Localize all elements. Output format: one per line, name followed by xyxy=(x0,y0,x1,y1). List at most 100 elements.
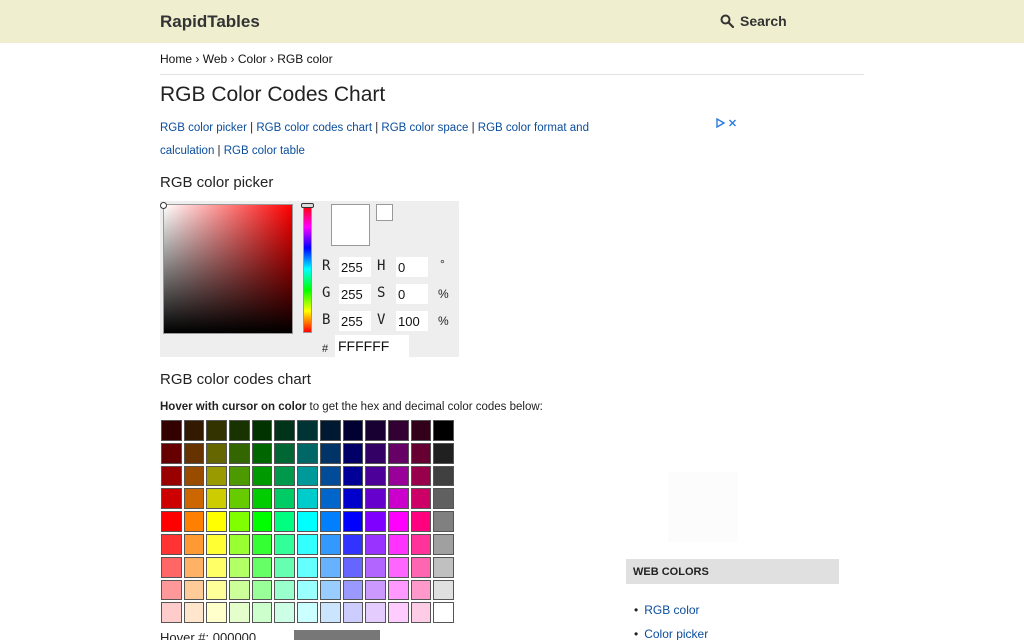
color-cell[interactable] xyxy=(182,532,206,556)
color-cell[interactable] xyxy=(341,441,365,465)
color-cell[interactable] xyxy=(432,510,455,533)
color-cell[interactable] xyxy=(409,532,433,556)
toc-link-color-picker[interactable]: RGB color picker xyxy=(160,122,247,134)
color-cell[interactable] xyxy=(182,419,206,442)
color-cell[interactable] xyxy=(160,578,183,602)
color-cell[interactable] xyxy=(160,464,183,488)
color-cell[interactable] xyxy=(386,510,410,533)
search-button[interactable]: Search xyxy=(720,13,787,29)
color-cell[interactable] xyxy=(432,441,455,465)
saturation-value-handle[interactable] xyxy=(160,202,167,209)
color-cell[interactable] xyxy=(432,487,455,511)
color-cell[interactable] xyxy=(250,464,274,488)
color-cell[interactable] xyxy=(364,555,387,579)
close-icon[interactable] xyxy=(728,118,737,128)
color-cell[interactable] xyxy=(182,441,206,465)
hue-slider[interactable] xyxy=(303,205,312,333)
color-cell[interactable] xyxy=(205,601,229,625)
color-cell[interactable] xyxy=(409,487,433,511)
color-cell[interactable] xyxy=(318,487,342,511)
color-cell[interactable] xyxy=(386,601,410,625)
color-cell[interactable] xyxy=(205,441,229,465)
color-cell[interactable] xyxy=(205,532,229,556)
color-cell[interactable] xyxy=(364,419,387,442)
color-cell[interactable] xyxy=(273,510,297,533)
ad-choices[interactable] xyxy=(716,118,737,128)
color-cell[interactable] xyxy=(228,555,251,579)
color-cell[interactable] xyxy=(364,487,387,511)
color-cell[interactable] xyxy=(182,601,206,625)
color-cell[interactable] xyxy=(341,510,365,533)
color-cell[interactable] xyxy=(205,510,229,533)
color-cell[interactable] xyxy=(409,555,433,579)
color-cell[interactable] xyxy=(296,532,319,556)
color-cell[interactable] xyxy=(318,510,342,533)
color-cell[interactable] xyxy=(364,601,387,625)
color-cell[interactable] xyxy=(296,464,319,488)
color-cell[interactable] xyxy=(228,419,251,442)
previous-color-swatch[interactable] xyxy=(376,204,393,221)
color-cell[interactable] xyxy=(409,578,433,602)
breadcrumb-home[interactable]: Home xyxy=(160,52,192,66)
color-cell[interactable] xyxy=(432,464,455,488)
saturation-input[interactable] xyxy=(396,284,428,304)
color-cell[interactable] xyxy=(386,555,410,579)
color-cell[interactable] xyxy=(364,464,387,488)
color-cell[interactable] xyxy=(250,578,274,602)
color-cell[interactable] xyxy=(182,555,206,579)
color-cell[interactable] xyxy=(250,487,274,511)
color-cell[interactable] xyxy=(386,578,410,602)
color-cell[interactable] xyxy=(432,532,455,556)
color-cell[interactable] xyxy=(432,419,455,442)
color-cell[interactable] xyxy=(273,441,297,465)
hover-color-preview[interactable] xyxy=(294,630,380,640)
color-cell[interactable] xyxy=(432,578,455,602)
sidebar-link-color-picker[interactable]: Color picker xyxy=(644,627,708,640)
color-cell[interactable] xyxy=(409,510,433,533)
green-input[interactable] xyxy=(339,284,371,304)
color-cell[interactable] xyxy=(160,555,183,579)
color-cell[interactable] xyxy=(273,578,297,602)
color-cell[interactable] xyxy=(341,601,365,625)
toc-link-color-codes-chart[interactable]: RGB color codes chart xyxy=(256,122,372,134)
color-cell[interactable] xyxy=(160,601,183,625)
color-cell[interactable] xyxy=(250,555,274,579)
color-cell[interactable] xyxy=(409,419,433,442)
color-cell[interactable] xyxy=(273,532,297,556)
color-cell[interactable] xyxy=(160,441,183,465)
red-input[interactable] xyxy=(339,257,371,277)
color-cell[interactable] xyxy=(182,578,206,602)
color-cell[interactable] xyxy=(228,578,251,602)
color-cell[interactable] xyxy=(205,578,229,602)
color-cell[interactable] xyxy=(341,555,365,579)
ad-play-icon[interactable] xyxy=(716,118,725,128)
color-cell[interactable] xyxy=(296,510,319,533)
color-cell[interactable] xyxy=(318,419,342,442)
color-cell[interactable] xyxy=(386,441,410,465)
color-cell[interactable] xyxy=(364,578,387,602)
color-cell[interactable] xyxy=(409,464,433,488)
color-cell[interactable] xyxy=(432,601,455,625)
color-cell[interactable] xyxy=(318,464,342,488)
color-cell[interactable] xyxy=(273,464,297,488)
color-cell[interactable] xyxy=(296,441,319,465)
toc-link-color-table[interactable]: RGB color table xyxy=(224,145,305,157)
hex-input[interactable] xyxy=(335,335,409,357)
color-cell[interactable] xyxy=(296,419,319,442)
color-cell[interactable] xyxy=(318,441,342,465)
color-cell[interactable] xyxy=(296,487,319,511)
breadcrumb-color[interactable]: Color xyxy=(238,52,267,66)
color-cell[interactable] xyxy=(296,578,319,602)
color-cell[interactable] xyxy=(160,532,183,556)
color-cell[interactable] xyxy=(205,464,229,488)
color-cell[interactable] xyxy=(228,464,251,488)
color-cell[interactable] xyxy=(205,487,229,511)
color-cell[interactable] xyxy=(364,441,387,465)
color-cell[interactable] xyxy=(160,419,183,442)
color-cell[interactable] xyxy=(228,601,251,625)
value-input[interactable] xyxy=(396,311,428,331)
color-cell[interactable] xyxy=(386,419,410,442)
color-cell[interactable] xyxy=(341,419,365,442)
color-cell[interactable] xyxy=(182,510,206,533)
color-cell[interactable] xyxy=(386,532,410,556)
